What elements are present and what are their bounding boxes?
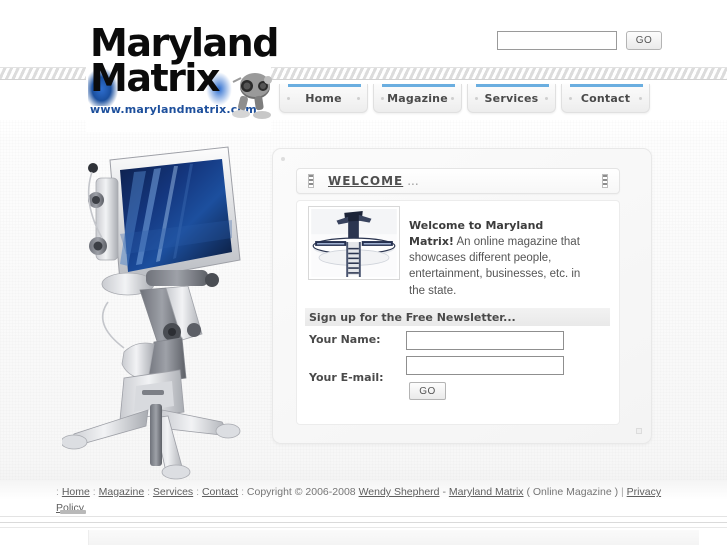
tab-accent-bar bbox=[288, 84, 361, 87]
footer-dash: - bbox=[442, 486, 446, 498]
tab-dot-left-icon bbox=[287, 97, 290, 100]
email-input[interactable] bbox=[406, 356, 564, 375]
footer-divider-3 bbox=[0, 527, 727, 528]
newsletter-submit-button[interactable]: GO bbox=[409, 382, 446, 400]
tab-dot-right-icon bbox=[451, 97, 454, 100]
page-canvas: Maryland Matrix www.marylandmatrix.com G… bbox=[0, 0, 727, 545]
tab-dot-right-icon bbox=[357, 97, 360, 100]
nav-tab-services[interactable]: Services bbox=[467, 84, 556, 113]
footer-copyright: Copyright © 2006-2008 bbox=[246, 486, 356, 498]
bottom-panel-inner bbox=[89, 530, 699, 545]
name-field-label: Your Name: bbox=[309, 333, 381, 346]
welcome-header-bar: WELCOME ... bbox=[296, 168, 620, 194]
name-input[interactable] bbox=[406, 331, 564, 350]
main-navigation: Home Magazine Services Contact bbox=[279, 84, 650, 113]
footer-sep: : bbox=[92, 486, 96, 498]
footer-link-site-name[interactable]: Maryland Matrix bbox=[449, 486, 524, 498]
footer-divider-2 bbox=[0, 522, 727, 523]
tab-dot-left-icon bbox=[475, 97, 478, 100]
welcome-title-suffix: ... bbox=[407, 174, 419, 188]
tab-accent-bar bbox=[476, 84, 549, 87]
footer-link-author[interactable]: Wendy Shepherd bbox=[359, 486, 440, 498]
panel-corner-dot-icon bbox=[281, 157, 285, 161]
footer-descriptor: ( Online Magazine ) bbox=[526, 486, 619, 498]
nav-tab-label: Home bbox=[305, 91, 342, 105]
footer-divider-1 bbox=[0, 516, 727, 517]
footer-link-home[interactable]: Home bbox=[62, 486, 90, 498]
footer-sep: : bbox=[56, 486, 59, 498]
robot-mascot-icon bbox=[232, 73, 272, 119]
footer-link-contact[interactable]: Contact bbox=[202, 486, 238, 498]
robot-display-illustration bbox=[62, 146, 241, 480]
tab-dot-left-icon bbox=[381, 97, 384, 100]
nav-tab-magazine[interactable]: Magazine bbox=[373, 84, 462, 113]
footer-pipe: | bbox=[621, 486, 624, 498]
tab-dot-right-icon bbox=[639, 97, 642, 100]
search-area: GO bbox=[497, 31, 662, 50]
newsletter-heading-bar: Sign up for the Free Newsletter... bbox=[305, 308, 610, 326]
footer-sep: : bbox=[196, 486, 200, 498]
nav-tab-label: Contact bbox=[580, 91, 631, 105]
nav-tab-contact[interactable]: Contact bbox=[561, 84, 650, 113]
grip-handle-left-icon bbox=[308, 174, 314, 188]
search-go-button[interactable]: GO bbox=[626, 31, 662, 50]
site-header: Maryland Matrix www.marylandmatrix.com G… bbox=[0, 0, 727, 140]
footer-link-services[interactable]: Services bbox=[153, 486, 193, 498]
welcome-intro-text: Welcome to Maryland Matrix! An online ma… bbox=[409, 218, 587, 300]
email-field-label: Your E-mail: bbox=[309, 371, 384, 384]
futuristic-structure-thumbnail bbox=[308, 206, 400, 280]
newsletter-heading: Sign up for the Free Newsletter... bbox=[309, 310, 516, 324]
bottom-tick-marker bbox=[60, 510, 86, 514]
tab-dot-right-icon bbox=[545, 97, 548, 100]
bottom-panel bbox=[88, 530, 699, 545]
panel-corner-square-icon bbox=[636, 428, 642, 434]
welcome-title: WELCOME bbox=[328, 174, 404, 188]
site-footer: : Home : Magazine : Services : Contact :… bbox=[56, 484, 681, 517]
grip-handle-right-icon bbox=[602, 174, 608, 188]
site-logo[interactable]: Maryland Matrix www.marylandmatrix.com bbox=[86, 24, 279, 132]
footer-sep: : bbox=[241, 486, 244, 498]
nav-tab-home[interactable]: Home bbox=[279, 84, 368, 113]
tab-dot-left-icon bbox=[569, 97, 572, 100]
tab-accent-bar bbox=[382, 84, 455, 87]
footer-sep: : bbox=[147, 486, 150, 498]
nav-tab-label: Services bbox=[484, 91, 539, 105]
tab-accent-bar bbox=[570, 84, 643, 87]
nav-tab-label: Magazine bbox=[387, 91, 448, 105]
search-input[interactable] bbox=[497, 31, 617, 50]
footer-link-magazine[interactable]: Magazine bbox=[99, 486, 145, 498]
